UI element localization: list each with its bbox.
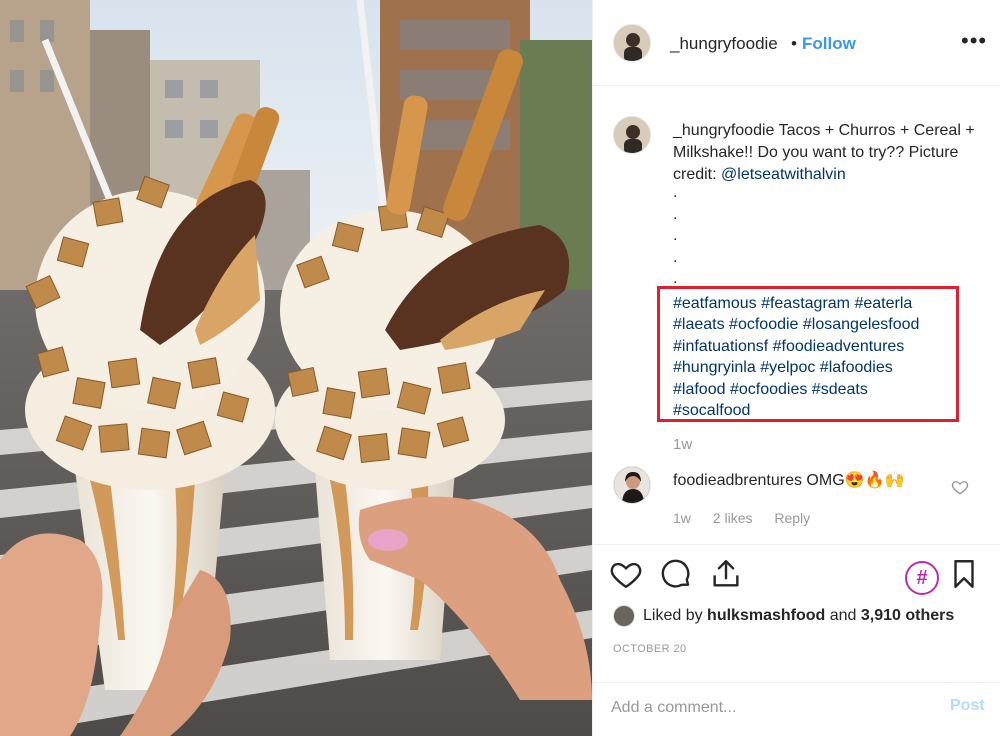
- reply-button[interactable]: Reply: [774, 510, 810, 526]
- hashtags-highlight-box: #eatfamous #feastagram #eaterla #laeats …: [657, 286, 959, 422]
- comment-meta: 1w 2 likes Reply: [673, 510, 828, 526]
- caption-text: _hungryfoodie Tacos + Churros + Cereal +…: [673, 120, 983, 186]
- liker-avatar[interactable]: [613, 605, 635, 627]
- hashtag-link[interactable]: #losangelesfood: [803, 316, 920, 333]
- hashtag-link[interactable]: #laeats: [673, 316, 725, 333]
- like-heart-icon[interactable]: [609, 557, 643, 591]
- post-detail-panel: _hungryfoodie • Follow ••• _hungryfoodie…: [592, 0, 1000, 736]
- caption-mention-link[interactable]: @letseatwithalvin: [721, 166, 846, 183]
- caption-dot: .: [673, 248, 678, 266]
- caption-timestamp[interactable]: 1w: [673, 436, 692, 453]
- author-username[interactable]: _hungryfoodie: [670, 34, 778, 54]
- comment-text: foodieadbrentures OMG😍🔥🙌: [673, 470, 904, 490]
- hashtag-link[interactable]: #socalfood: [673, 402, 750, 419]
- hashtag-link[interactable]: #lafoodies: [820, 359, 893, 376]
- hashtag-link[interactable]: #foodieadventures: [773, 338, 905, 355]
- liker-username[interactable]: hulksmashfood: [707, 607, 825, 624]
- avatar-image: [614, 467, 650, 503]
- avatar-image: [614, 25, 650, 61]
- caption-dot: .: [673, 184, 678, 201]
- caption-dot: .: [673, 205, 678, 223]
- share-upload-icon[interactable]: [709, 557, 743, 591]
- caption-username[interactable]: _hungryfoodie: [673, 122, 774, 139]
- hashtag-link[interactable]: #eatfamous: [673, 295, 757, 312]
- hashtag-link[interactable]: #lafood: [673, 381, 726, 398]
- liked-by-row: Liked by hulksmashfood and 3,910 others: [613, 605, 954, 627]
- add-comment-bar: Post: [593, 682, 1000, 736]
- comment-likes-count[interactable]: 2 likes: [713, 510, 753, 526]
- add-comment-input[interactable]: [611, 693, 931, 723]
- milkshake-photo-illustration: [0, 0, 592, 736]
- author-avatar[interactable]: [613, 24, 651, 62]
- hashtag-link[interactable]: #ocfoodie: [729, 316, 798, 333]
- comment-item: foodieadbrentures OMG😍🔥🙌 1w 2 likes Repl…: [593, 462, 1000, 542]
- post-header: _hungryfoodie • Follow •••: [593, 0, 1000, 86]
- comment-body: OMG😍🔥🙌: [801, 472, 905, 489]
- others-count-link[interactable]: 3,910 others: [861, 607, 954, 624]
- post-date[interactable]: OCTOBER 20: [613, 643, 687, 655]
- post-photo[interactable]: [0, 0, 592, 736]
- caption-author-avatar[interactable]: [613, 116, 651, 154]
- hashtag-link[interactable]: #feastagram: [761, 295, 850, 312]
- hashtag-badge-icon[interactable]: #: [905, 561, 939, 595]
- save-bookmark-icon[interactable]: [947, 557, 981, 591]
- hashtag-link[interactable]: #hungryinla: [673, 359, 756, 376]
- comment-timestamp[interactable]: 1w: [673, 510, 691, 526]
- post-comment-button[interactable]: Post: [950, 697, 985, 715]
- liked-by-prefix: Liked by: [643, 607, 708, 625]
- hashtag-link[interactable]: #ocfoodies: [730, 381, 807, 398]
- liked-by-middle: and: [825, 607, 861, 625]
- more-options-icon[interactable]: •••: [961, 28, 987, 54]
- avatar-image: [614, 117, 650, 153]
- comment-bubble-icon[interactable]: [659, 557, 693, 591]
- comment-like-heart-icon[interactable]: [951, 478, 969, 496]
- commenter-username[interactable]: foodieadbrentures: [673, 472, 802, 489]
- caption-dots: . . . . .: [673, 182, 677, 290]
- header-separator: •: [791, 34, 797, 53]
- commenter-avatar[interactable]: [613, 466, 651, 504]
- hashtag-link[interactable]: #yelpoc: [760, 359, 815, 376]
- hashtag-link[interactable]: #sdeats: [812, 381, 868, 398]
- post-actions: # Liked by hulksmashfood and 3,910 other…: [593, 544, 1000, 684]
- follow-button[interactable]: Follow: [802, 34, 856, 54]
- hashtag-link[interactable]: #eaterla: [854, 295, 912, 312]
- caption-dot: .: [673, 227, 678, 244]
- hashtag-link[interactable]: #infatuationsf: [673, 338, 768, 355]
